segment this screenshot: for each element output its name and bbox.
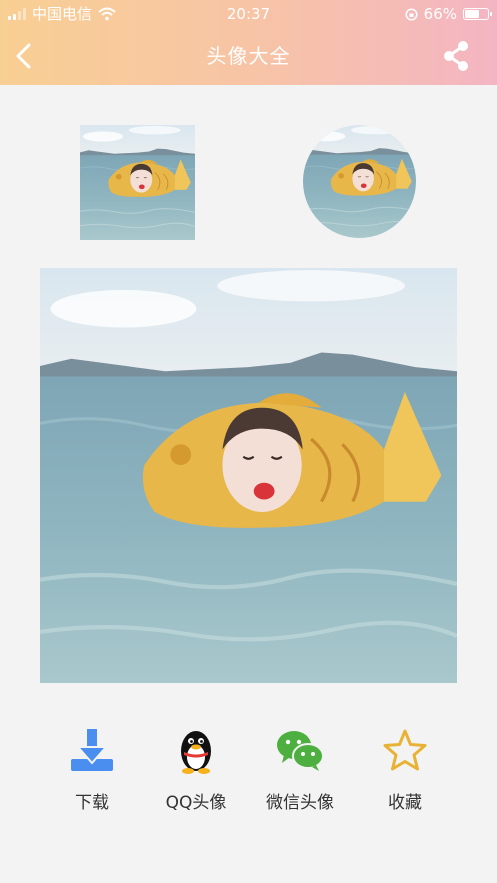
battery-percent: 66% <box>423 5 457 23</box>
qq-avatar-button[interactable]: QQ头像 <box>141 720 251 820</box>
wechat-avatar-label: 微信头像 <box>266 793 334 813</box>
page-title: 头像大全 <box>206 44 291 68</box>
avatar-preview-round <box>303 125 416 238</box>
share-icon[interactable] <box>441 39 471 73</box>
orientation-lock-icon <box>405 7 418 21</box>
status-bar: 中国电信 20:37 66% <box>0 0 497 28</box>
favorite-label: 收藏 <box>388 793 422 813</box>
wechat-avatar-button[interactable]: 微信头像 <box>245 720 355 820</box>
download-icon <box>71 729 113 771</box>
download-label: 下载 <box>75 793 109 813</box>
wechat-icon <box>277 731 324 771</box>
star-icon <box>383 729 427 771</box>
battery-icon <box>463 8 492 20</box>
download-button[interactable]: 下载 <box>37 720 147 820</box>
avatar-main-image <box>40 268 457 683</box>
favorite-button[interactable]: 收藏 <box>350 720 460 820</box>
action-bar: 下载 QQ头像 微信头像 收藏 <box>0 720 497 830</box>
nav-bar: 头像大全 <box>0 28 497 85</box>
avatar-preview-square <box>80 125 195 240</box>
qq-penguin-icon <box>181 731 211 774</box>
qq-avatar-label: QQ头像 <box>165 793 227 813</box>
header: 中国电信 20:37 66% 头像大全 <box>0 0 497 85</box>
